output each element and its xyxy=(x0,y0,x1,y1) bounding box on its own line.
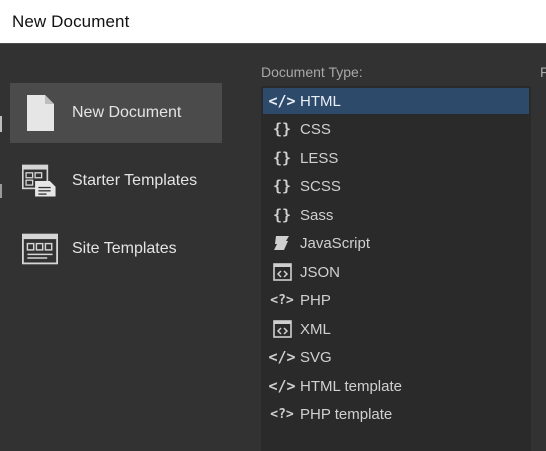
code-tag-icon: </> xyxy=(268,348,296,366)
right-panel-label: F xyxy=(540,64,546,80)
curly-braces-icon: {} xyxy=(272,206,292,224)
code-tag-icon: </> xyxy=(268,92,296,110)
curly-braces-icon: {} xyxy=(272,120,292,138)
starter-templates-icon xyxy=(22,163,58,199)
list-item-label: JavaScript xyxy=(300,234,371,252)
list-item-scss[interactable]: {} SCSS xyxy=(263,173,529,199)
list-item-label: JSON xyxy=(300,263,341,281)
window-title: New Document xyxy=(12,12,130,31)
sidebar-item-starter-templates[interactable]: Starter Templates xyxy=(10,151,222,211)
sidebar-item-label: Site Templates xyxy=(72,240,177,257)
list-item-label: SVG xyxy=(300,348,332,366)
list-item-label: SCSS xyxy=(300,177,341,195)
document-type-label: Document Type: xyxy=(261,64,363,80)
sidebar-item-label: New Document xyxy=(72,104,182,121)
list-item-xml[interactable]: XML xyxy=(263,316,529,342)
sidebar: New Document Starter Templates Site Temp… xyxy=(0,44,246,451)
list-item-php[interactable]: <?> PHP xyxy=(263,287,529,313)
list-item-javascript[interactable]: JavaScript xyxy=(263,230,529,256)
php-tag-icon: <?> xyxy=(270,292,294,308)
list-item-json[interactable]: JSON xyxy=(263,259,529,285)
json-box-icon xyxy=(270,262,294,282)
list-item-label: LESS xyxy=(300,149,339,167)
curly-braces-icon: {} xyxy=(272,149,292,167)
curly-braces-icon: {} xyxy=(272,177,292,195)
list-item-label: Sass xyxy=(300,206,334,224)
list-item-less[interactable]: {} LESS xyxy=(263,145,529,171)
list-item-svg[interactable]: </> SVG xyxy=(263,344,529,370)
site-templates-icon xyxy=(22,231,58,267)
sidebar-item-new-document[interactable]: New Document xyxy=(10,83,222,143)
document-type-list[interactable]: </> HTML {} CSS {} LESS {} SCSS {} Sass … xyxy=(261,86,531,451)
list-item-css[interactable]: {} CSS xyxy=(263,116,529,142)
list-item-sass[interactable]: {} Sass xyxy=(263,202,529,228)
sidebar-item-site-templates[interactable]: Site Templates xyxy=(10,219,222,279)
document-icon xyxy=(22,95,58,131)
list-item-label: PHP template xyxy=(300,405,393,423)
javascript-scroll-icon xyxy=(270,233,294,253)
list-item-html-template[interactable]: </> HTML template xyxy=(263,373,529,399)
list-item-label: CSS xyxy=(300,120,331,138)
list-item-label: HTML xyxy=(300,92,341,110)
list-item-label: PHP xyxy=(300,291,331,309)
xml-box-icon xyxy=(270,319,294,339)
list-item-label: XML xyxy=(300,320,331,338)
sidebar-item-label: Starter Templates xyxy=(72,172,198,189)
list-item-html[interactable]: </> HTML xyxy=(263,88,529,114)
title-bar: New Document xyxy=(0,0,546,44)
code-tag-icon: </> xyxy=(268,377,296,395)
list-item-php-template[interactable]: <?> PHP template xyxy=(263,401,529,427)
php-tag-icon: <?> xyxy=(270,406,294,422)
list-item-label: HTML template xyxy=(300,377,402,395)
